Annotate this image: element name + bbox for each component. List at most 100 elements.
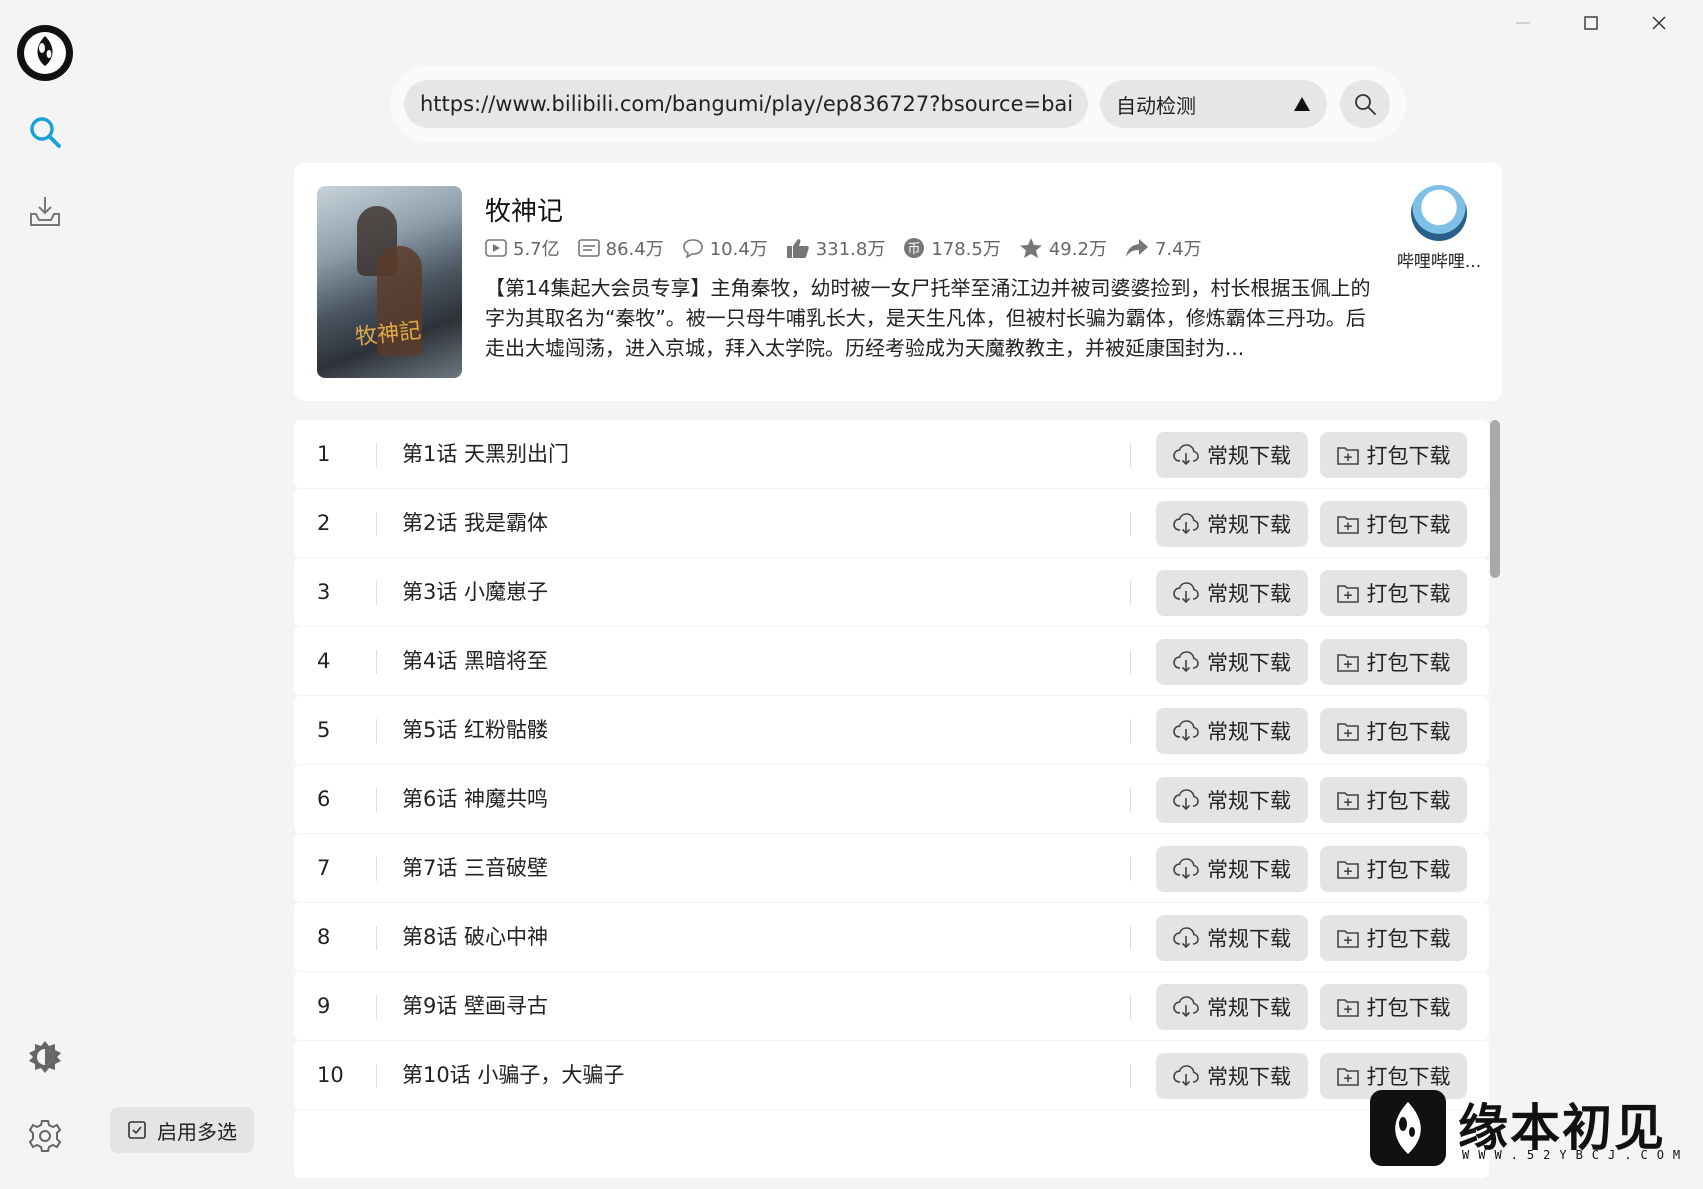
divider [1130,926,1131,950]
divider [376,650,377,674]
theme-icon[interactable] [26,1038,64,1076]
share-icon [1125,239,1148,257]
episode-title: 第7话 三音破壁 [402,856,549,880]
package-icon [1336,723,1359,741]
sidebar [0,0,90,1189]
episode-row[interactable]: 7 第7话 三音破壁 常规下载 打包下载 [294,834,1489,902]
play-icon [485,239,507,257]
episode-number: 1 [317,442,331,466]
pack-download-button[interactable]: 打包下载 [1320,639,1467,685]
package-icon [1336,861,1359,879]
cloud-download-icon [1173,582,1199,604]
cover-image: 牧神記 [317,186,462,378]
normal-download-button[interactable]: 常规下载 [1156,984,1308,1030]
search-bar: 自动检测 [390,66,1406,142]
pack-download-button[interactable]: 打包下载 [1320,570,1467,616]
episode-row[interactable]: 8 第8话 破心中神 常规下载 打包下载 [294,903,1489,971]
cloud-download-icon [1173,858,1199,880]
pack-download-label: 打包下载 [1366,858,1451,882]
normal-download-label: 常规下载 [1207,789,1291,813]
stats-row: 5.7亿 86.4万 10.4万 331.8万 币 178.5万 49.2万 7… [485,235,1202,261]
thumbs-up-icon [786,239,809,258]
normal-download-button[interactable]: 常规下载 [1156,639,1308,685]
stat-play: 5.7亿 [485,235,560,261]
pack-download-button[interactable]: 打包下载 [1320,915,1467,961]
pack-download-label: 打包下载 [1366,513,1451,537]
settings-icon[interactable] [26,1117,64,1155]
normal-download-button[interactable]: 常规下载 [1156,846,1308,892]
multi-select-button[interactable]: 启用多选 [110,1107,254,1153]
pack-download-label: 打包下载 [1366,1065,1451,1089]
app-logo-icon [16,24,74,82]
episode-row[interactable]: 6 第6话 神魔共鸣 常规下载 打包下载 [294,765,1489,833]
episode-number: 6 [317,787,331,811]
divider [1130,857,1131,881]
download-icon[interactable] [26,192,64,230]
triangle-up-icon [1294,97,1310,111]
pack-download-button[interactable]: 打包下载 [1320,501,1467,547]
search-icon[interactable] [26,113,64,151]
cloud-download-icon [1173,513,1199,535]
episode-row[interactable]: 9 第9话 壁画寻古 常规下载 打包下载 [294,972,1489,1040]
divider [376,926,377,950]
watermark: 缘本初见 WWW.52YBCJ.COM [1370,1088,1690,1168]
normal-download-button[interactable]: 常规下载 [1156,708,1308,754]
normal-download-button[interactable]: 常规下载 [1156,777,1308,823]
episode-row[interactable]: 2 第2话 我是霸体 常规下载 打包下载 [294,489,1489,557]
normal-download-button[interactable]: 常规下载 [1156,1053,1308,1099]
normal-download-label: 常规下载 [1207,1065,1291,1089]
divider [1130,788,1131,812]
package-icon [1336,585,1359,603]
checkbox-icon [128,1121,146,1139]
mode-select-label: 自动检测 [1116,93,1196,118]
episode-row[interactable]: 4 第4话 黑暗将至 常规下载 打包下载 [294,627,1489,695]
scrollbar[interactable] [1490,420,1500,578]
episode-title: 第3话 小魔崽子 [402,580,549,604]
pack-download-label: 打包下载 [1366,720,1451,744]
divider [1130,995,1131,1019]
video-description: 【第14集起大会员专享】主角秦牧，幼时被一女尸托举至涌江边并被司婆婆捡到，村长根… [485,276,1371,360]
normal-download-button[interactable]: 常规下载 [1156,570,1308,616]
episode-number: 10 [317,1063,344,1087]
pack-download-button[interactable]: 打包下载 [1320,708,1467,754]
pack-download-button[interactable]: 打包下载 [1320,777,1467,823]
divider [1130,512,1131,536]
normal-download-label: 常规下载 [1207,927,1291,951]
episode-row[interactable]: 10 第10话 小骗子，大骗子 常规下载 打包下载 [294,1041,1489,1109]
package-icon [1336,999,1359,1017]
episode-row[interactable]: 3 第3话 小魔崽子 常规下载 打包下载 [294,558,1489,626]
pack-download-label: 打包下载 [1366,582,1451,606]
star-icon [1019,238,1042,258]
divider [1130,1064,1131,1088]
normal-download-label: 常规下载 [1207,858,1291,882]
coin-icon: 币 [904,238,925,258]
uploader[interactable]: 哔哩哔哩... [1384,185,1494,272]
url-input[interactable] [404,80,1088,128]
normal-download-button[interactable]: 常规下载 [1156,501,1308,547]
pack-download-button[interactable]: 打包下载 [1320,846,1467,892]
window-controls [1489,8,1693,38]
pack-download-button[interactable]: 打包下载 [1320,432,1467,478]
episode-list: 1 第1话 天黑别出门 常规下载 打包下载 2 第2话 我是霸体 常规下载 打包下载 3 第3话 … [294,420,1489,1189]
episode-number: 2 [317,511,331,535]
stat-like: 331.8万 [786,235,885,261]
episode-title: 第9话 壁画寻古 [402,994,549,1018]
info-card: 牧神記 牧神记 5.7亿 86.4万 10.4万 331.8万 币 178.5万… [294,163,1502,401]
normal-download-label: 常规下载 [1207,513,1291,537]
stat-favorite: 49.2万 [1019,235,1107,261]
pack-download-button[interactable]: 打包下载 [1320,984,1467,1030]
maximize-icon[interactable] [1557,8,1625,38]
package-icon [1336,447,1359,465]
minimize-icon[interactable] [1489,8,1557,38]
close-icon[interactable] [1625,8,1693,38]
normal-download-button[interactable]: 常规下载 [1156,915,1308,961]
search-button[interactable] [1340,80,1390,128]
mode-select[interactable]: 自动检测 [1100,80,1327,128]
search-icon [1355,94,1376,115]
episode-row[interactable]: 5 第5话 红粉骷髅 常规下载 打包下载 [294,696,1489,764]
cloud-download-icon [1173,651,1199,673]
watermark-url: WWW.52YBCJ.COM [1462,1148,1690,1162]
stat-danmaku: 86.4万 [577,235,664,261]
episode-row[interactable]: 1 第1话 天黑别出门 常规下载 打包下载 [294,420,1489,488]
normal-download-button[interactable]: 常规下载 [1156,432,1308,478]
